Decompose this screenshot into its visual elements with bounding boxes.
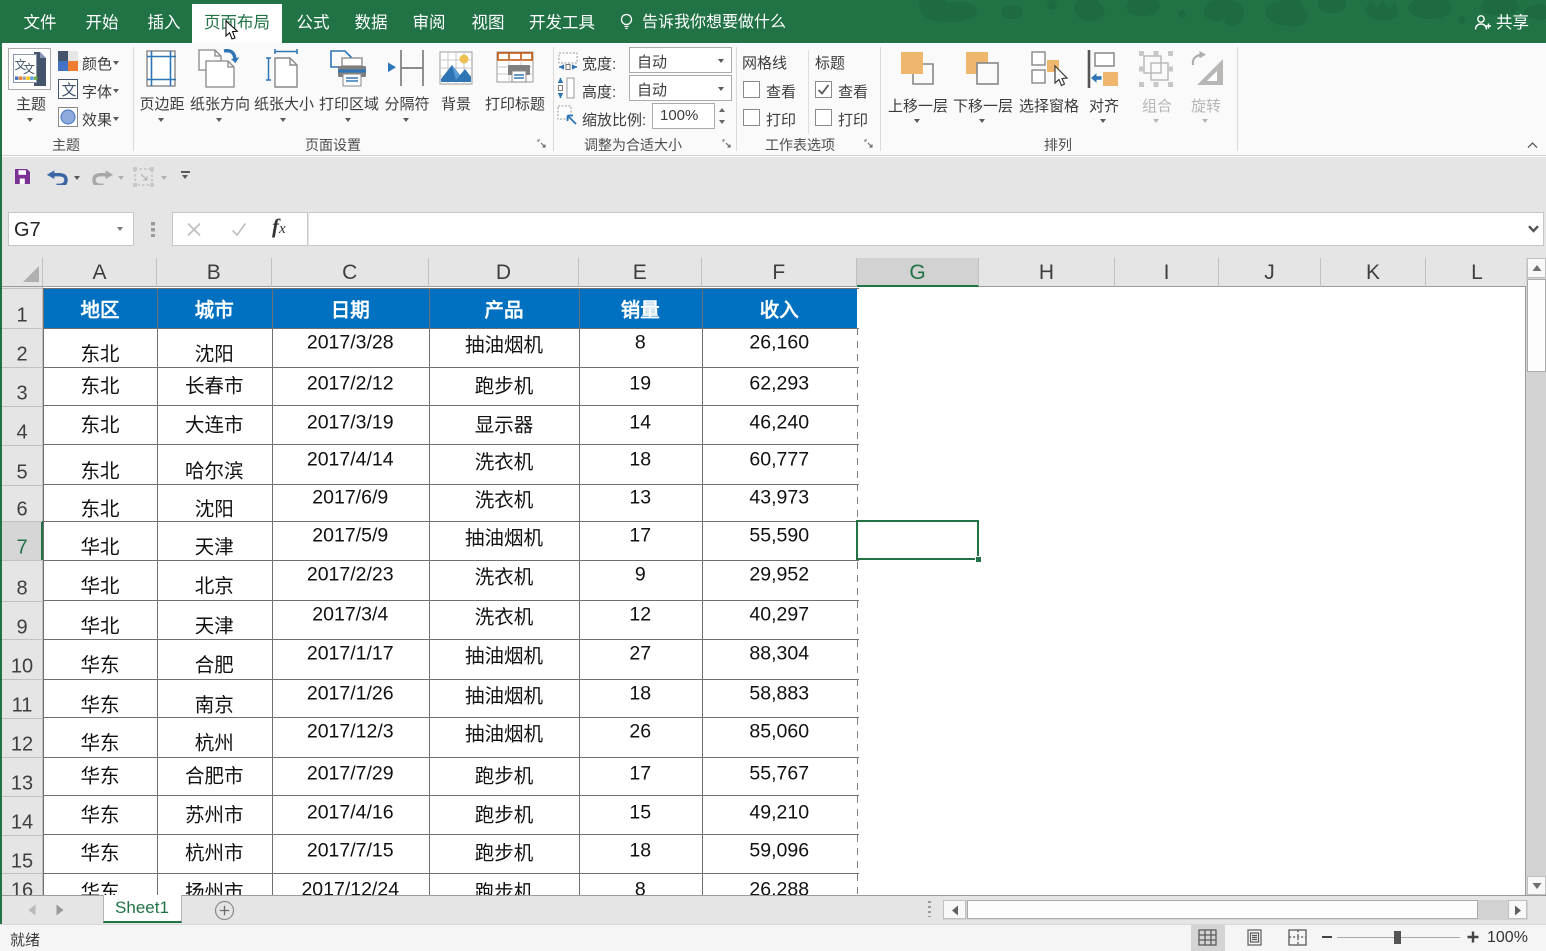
svg-text:文: 文	[62, 82, 77, 99]
svg-text:文: 文	[23, 61, 35, 76]
